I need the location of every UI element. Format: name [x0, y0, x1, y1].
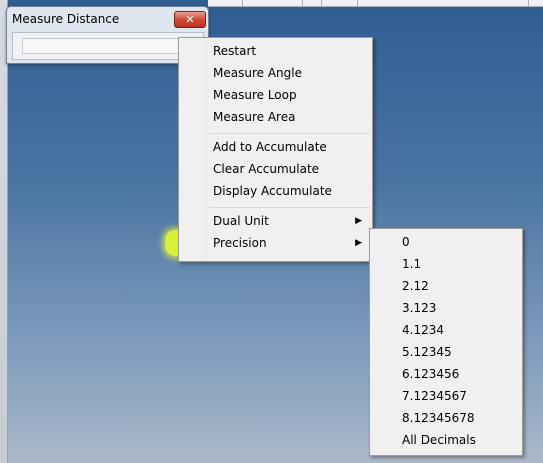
menu-item-precision[interactable]: Precision ▶: [181, 232, 370, 254]
precision-option-label: 0: [402, 235, 410, 249]
dialog-title: Measure Distance: [12, 12, 120, 26]
menu-item-dual-unit[interactable]: Dual Unit ▶: [181, 210, 370, 232]
precision-option[interactable]: 0: [372, 231, 520, 253]
distance-readout-field: [22, 38, 190, 54]
menu-item-clear-accumulate[interactable]: Clear Accumulate: [181, 158, 370, 180]
precision-option[interactable]: 1.1: [372, 253, 520, 275]
menu-item-label: Measure Loop: [213, 88, 297, 102]
toolbar-divider: [357, 0, 358, 6]
precision-option[interactable]: 5.12345: [372, 341, 520, 363]
precision-option-label: 4.1234: [402, 323, 444, 337]
dialog-body: [12, 32, 204, 60]
menu-item-label: Precision: [213, 236, 267, 250]
toolbar-divider: [242, 0, 243, 6]
precision-submenu: 0 1.1 2.12 3.123 4.1234 5.12345 6.123456…: [369, 228, 523, 456]
precision-option-label: 8.12345678: [402, 411, 475, 425]
precision-option-all-decimals[interactable]: All Decimals: [372, 429, 520, 451]
precision-option-label: 6.123456: [402, 367, 460, 381]
toolbar-divider: [321, 0, 322, 6]
precision-option-label: 1.1: [402, 257, 422, 271]
close-icon: ✕: [185, 13, 195, 26]
menu-separator: [209, 133, 370, 134]
menu-item-label: Restart: [213, 44, 257, 58]
menu-item-measure-angle[interactable]: Measure Angle: [181, 62, 370, 84]
precision-option[interactable]: 2.12: [372, 275, 520, 297]
menu-item-display-accumulate[interactable]: Display Accumulate: [181, 180, 370, 202]
precision-option[interactable]: 8.12345678: [372, 407, 520, 429]
submenu-arrow-icon: ▶: [355, 216, 362, 226]
precision-option[interactable]: 4.1234: [372, 319, 520, 341]
precision-option-label: 5.12345: [402, 345, 452, 359]
precision-option[interactable]: 7.1234567: [372, 385, 520, 407]
context-menu: Restart Measure Angle Measure Loop Measu…: [178, 37, 373, 262]
menu-item-label: Measure Angle: [213, 66, 302, 80]
precision-option[interactable]: 3.123: [372, 297, 520, 319]
menu-item-restart[interactable]: Restart: [181, 40, 370, 62]
menu-item-label: Display Accumulate: [213, 184, 332, 198]
precision-option-label: 3.123: [402, 301, 437, 315]
menu-item-label: Measure Area: [213, 110, 296, 124]
precision-option-label: 2.12: [402, 279, 429, 293]
menu-item-label: Clear Accumulate: [213, 162, 320, 176]
left-panel-edge: [0, 0, 8, 463]
precision-option-label: All Decimals: [402, 433, 476, 447]
top-toolbar-edge: [208, 0, 543, 7]
close-button[interactable]: ✕: [174, 11, 206, 28]
menu-separator: [209, 207, 370, 208]
submenu-arrow-icon: ▶: [355, 238, 362, 248]
menu-item-label: Dual Unit: [213, 214, 269, 228]
toolbar-divider: [528, 0, 529, 6]
precision-option-label: 7.1234567: [402, 389, 467, 403]
toolbar-divider: [302, 0, 303, 6]
menu-item-add-to-accumulate[interactable]: Add to Accumulate: [181, 136, 370, 158]
menu-item-measure-loop[interactable]: Measure Loop: [181, 84, 370, 106]
menu-item-label: Add to Accumulate: [213, 140, 327, 154]
menu-item-measure-area[interactable]: Measure Area: [181, 106, 370, 128]
precision-option[interactable]: 6.123456: [372, 363, 520, 385]
